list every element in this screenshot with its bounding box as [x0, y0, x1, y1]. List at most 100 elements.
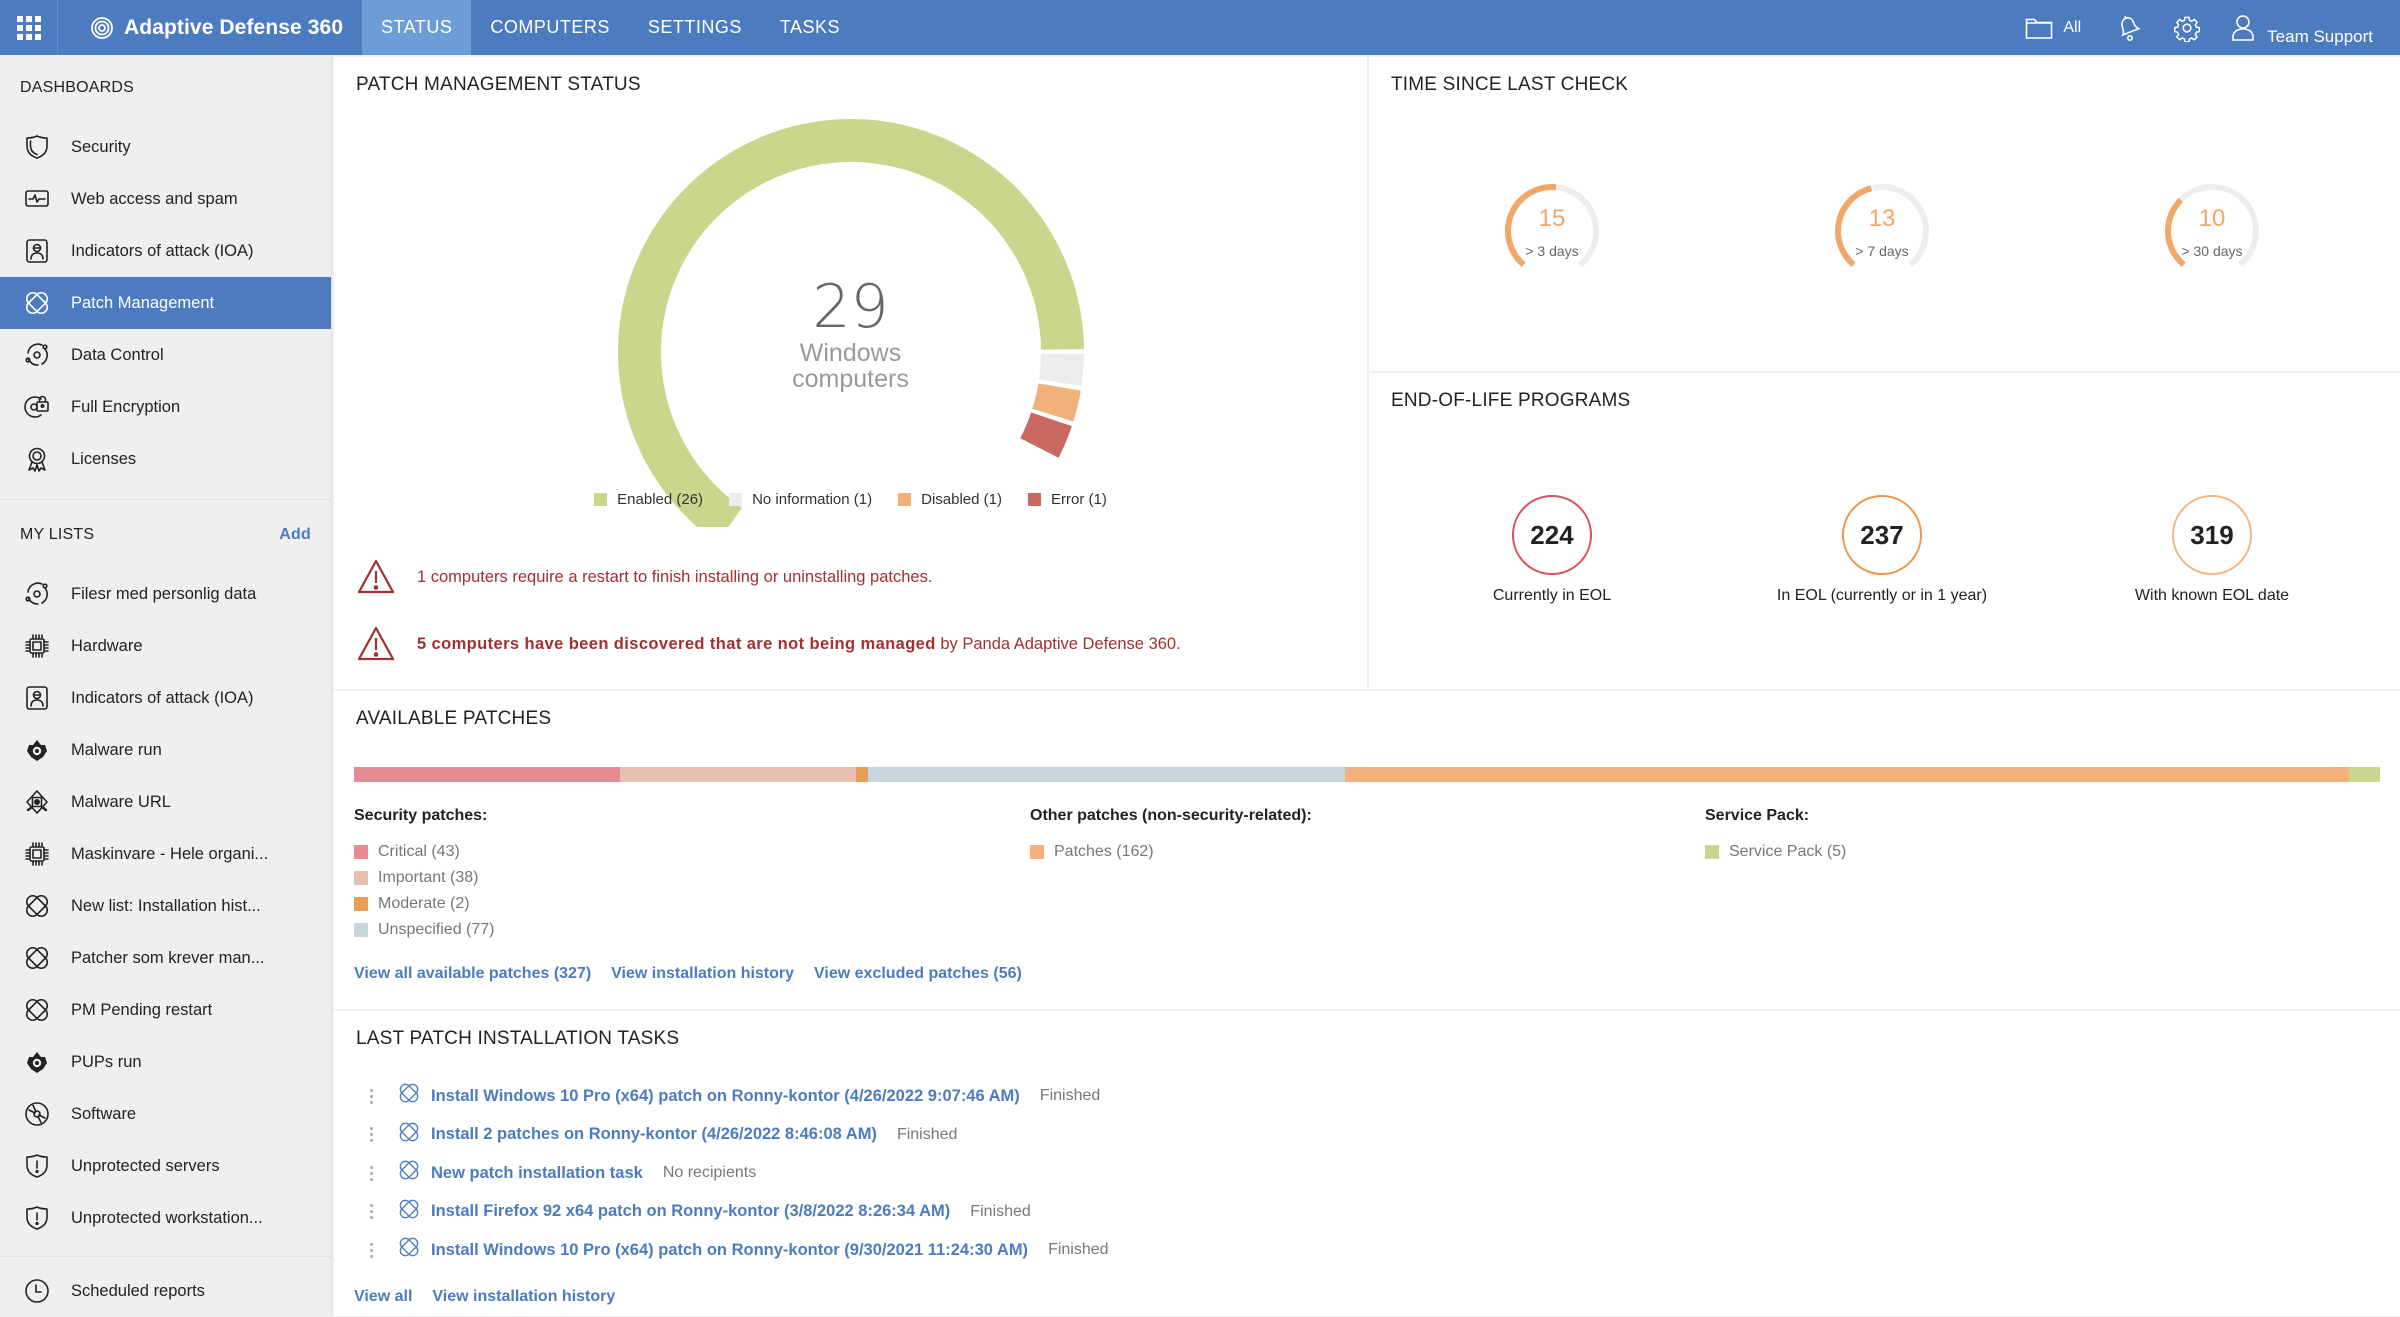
patch-icon [398, 1121, 420, 1143]
tab-tasks[interactable]: TASKS [761, 0, 859, 55]
bar-segment-service-pack[interactable] [2348, 767, 2380, 782]
sidebar-item-indicators-of-attack-ioa[interactable]: Indicators of attack (IOA) [0, 672, 331, 724]
task-link[interactable]: New patch installation task [431, 1164, 643, 1183]
task-link[interactable]: Install Windows 10 Pro (x64) patch on Ro… [431, 1241, 1028, 1260]
patch-icon [398, 1082, 420, 1104]
sidebar-item-patcher-som-krever-man[interactable]: Patcher som krever man... [0, 932, 331, 984]
view-installation-history-link[interactable]: View installation history [611, 965, 794, 983]
patch-legend-item[interactable]: Important (38) [354, 865, 495, 891]
notifications-button[interactable] [2115, 14, 2141, 42]
sidebar-item-maskinvare-hele-organi[interactable]: Maskinvare - Hele organi... [0, 828, 331, 880]
tab-status[interactable]: STATUS [362, 0, 472, 55]
patch-group-title: Other patches (non-security-related): [1030, 807, 1312, 824]
sidebar-item-label: Unprotected servers [71, 1156, 220, 1175]
sidebar-item-patch-management[interactable]: Patch Management [0, 277, 331, 329]
sidebar-item-malware-run[interactable]: Malware run [0, 724, 331, 776]
sidebar-item-filesr-med-personlig-data[interactable]: Filesr med personlig data [0, 568, 331, 620]
legend-item-enabled[interactable]: Enabled (26) [594, 491, 703, 508]
eol-count[interactable]: 224 [1512, 495, 1592, 575]
task-link[interactable]: Install Firefox 92 x64 patch on Ronny-ko… [431, 1202, 950, 1221]
task-menu-icon[interactable] [366, 1203, 376, 1221]
patch-legend-item[interactable]: Patches (162) [1030, 839, 1312, 865]
task-link[interactable]: Install 2 patches on Ronny-kontor (4/26/… [431, 1125, 877, 1144]
patch-icon [22, 995, 52, 1025]
sidebar-item-malware-url[interactable]: Malware URL [0, 776, 331, 828]
task-link[interactable]: Install Windows 10 Pro (x64) patch on Ro… [431, 1087, 1020, 1106]
sidebar-item-indicators-of-attack-ioa[interactable]: Indicators of attack (IOA) [0, 225, 331, 277]
task-menu-icon[interactable] [366, 1241, 376, 1259]
task-status: Finished [1039, 1087, 1101, 1105]
time-gauge-2[interactable]: 13 > 7 days [1827, 177, 1937, 268]
gauge-segment-error[interactable] [1020, 412, 1072, 458]
sidebar-item-security[interactable]: Security [0, 121, 331, 173]
gauge-total-label-2: computers [792, 365, 909, 393]
malware-url-icon [22, 787, 52, 817]
sidebar-item-label: PUPs run [71, 1052, 142, 1071]
bar-segment-moderate[interactable] [855, 767, 869, 782]
restart-alert-text[interactable]: 1 computers require a restart to finish … [417, 568, 932, 587]
sidebar-item-unprotected-servers[interactable]: Unprotected servers [0, 1140, 331, 1192]
restart-alert-link[interactable]: 1 computers require a restart to finish … [417, 568, 932, 586]
view-all-tasks-link[interactable]: View all [354, 1288, 412, 1306]
tab-settings[interactable]: SETTINGS [629, 0, 761, 55]
bar-segment-patches[interactable] [1345, 767, 2349, 782]
add-list-button[interactable]: Add [279, 526, 311, 568]
apps-menu-button[interactable] [0, 0, 58, 55]
user-menu[interactable]: Team Support [2231, 9, 2373, 47]
sidebar-item-label: Indicators of attack (IOA) [71, 241, 254, 260]
legend-item-error[interactable]: Error (1) [1027, 491, 1107, 508]
sidebar-item-label: PM Pending restart [71, 1000, 213, 1019]
time-gauge-1[interactable]: 15 > 3 days [1497, 177, 1607, 268]
patch-legend-item[interactable]: Moderate (2) [354, 891, 495, 917]
main-nav: STATUS COMPUTERS SETTINGS TASKS [362, 0, 859, 55]
sidebar-item-web-access-and-spam[interactable]: Web access and spam [0, 173, 331, 225]
bar-segment-important[interactable] [620, 767, 856, 782]
time-gauge-3[interactable]: 10 > 30 days [2157, 177, 2267, 268]
end-of-life-programs-panel: END-OF-LIFE PROGRAMS 224 Currently in EO… [1369, 373, 2400, 689]
view-excluded-patches-link[interactable]: View excluded patches (56) [814, 965, 1022, 983]
sidebar-item-unprotected-workstation[interactable]: Unprotected workstation... [0, 1192, 331, 1244]
sidebar-item-software[interactable]: Software [0, 1088, 331, 1140]
sidebar-item-full-encryption[interactable]: Full Encryption [0, 381, 331, 433]
settings-button[interactable] [2173, 14, 2201, 42]
view-task-history-link[interactable]: View installation history [432, 1288, 615, 1306]
sidebar-item-label: Full Encryption [71, 397, 181, 416]
tab-computers[interactable]: COMPUTERS [471, 0, 629, 55]
malware-icon [22, 1047, 52, 1077]
task-menu-icon[interactable] [366, 1126, 376, 1144]
sidebar-item-scheduled-reports[interactable]: Scheduled reports [0, 1265, 331, 1317]
task-menu-icon[interactable] [366, 1087, 376, 1105]
legend-item-disabled[interactable]: Disabled (1) [898, 491, 1002, 508]
patch-legend-item[interactable]: Service Pack (5) [1705, 839, 1846, 865]
bar-segment-critical[interactable] [354, 767, 621, 782]
legend-swatch [594, 493, 608, 506]
sidebar-item-pm-pending-restart[interactable]: PM Pending restart [0, 984, 331, 1036]
patch-legend-item[interactable]: Unspecified (77) [354, 917, 495, 943]
patch-legend-item[interactable]: Critical (43) [354, 839, 495, 865]
disc-icon [22, 1099, 52, 1129]
view-all-patches-link[interactable]: View all available patches (327) [354, 965, 591, 983]
bar-segment-unspecified[interactable] [868, 767, 1346, 782]
sidebar-item-label: Hardware [71, 636, 143, 655]
legend-swatch [354, 923, 368, 937]
legend-item-no-information[interactable]: No information (1) [729, 491, 872, 508]
eol-item-3: 319 With known EOL date [2082, 495, 2342, 605]
hacker-icon [22, 236, 52, 266]
sidebar-item-new-list-installation-hist[interactable]: New list: Installation hist... [0, 880, 331, 932]
task-menu-icon[interactable] [366, 1164, 376, 1182]
unmanaged-computers-link[interactable]: 5 computers have been discovered that ar… [417, 635, 936, 653]
hacker-icon [22, 683, 52, 713]
sidebar-divider [0, 1256, 331, 1257]
patch-status-legend: Enabled (26) No information (1) Disabled (… [334, 491, 1367, 508]
patch-group-2: Other patches (non-security-related): Pat… [1030, 807, 1312, 865]
eol-count[interactable]: 237 [1842, 495, 1922, 575]
award-icon [22, 444, 52, 474]
sidebar-item-pups-run[interactable]: PUPs run [0, 1036, 331, 1088]
sidebar-item-data-control[interactable]: Data Control [0, 329, 331, 381]
eol-count[interactable]: 319 [2172, 495, 2252, 575]
brand[interactable]: Adaptive Defense 360 [58, 0, 362, 55]
group-filter-button[interactable]: All [2025, 16, 2081, 40]
sidebar-item-licenses[interactable]: Licenses [0, 433, 331, 485]
sidebar-item-hardware[interactable]: Hardware [0, 620, 331, 672]
warning-icon [357, 559, 395, 594]
